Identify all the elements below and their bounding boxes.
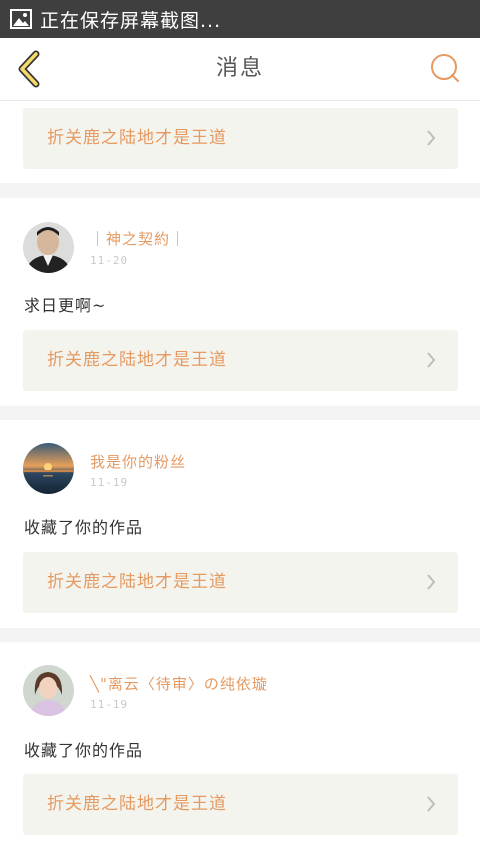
username[interactable]: ╲"离云〈待审〉の纯依璇 (90, 673, 268, 694)
message-text: 求日更啊~ (24, 296, 107, 315)
book-title: 折关鹿之陆地才是王道 (47, 572, 227, 592)
username[interactable]: ｜神之契約｜ (90, 228, 186, 249)
top-nav-bar: 消息 (0, 38, 480, 101)
message-text: 收藏了你的作品 (24, 518, 144, 537)
book-title: 折关鹿之陆地才是王道 (47, 350, 227, 370)
book-link[interactable]: 折关鹿之陆地才是王道 (23, 552, 458, 613)
message-card: ｜神之契約｜ 11-20 求日更啊~ 折关鹿之陆地才是王道 (0, 198, 480, 406)
image-icon (10, 9, 32, 29)
chevron-right-icon (427, 130, 436, 146)
book-link[interactable]: 折关鹿之陆地才是王道 (23, 774, 458, 835)
message-card: 我是你的粉丝 11-19 收藏了你的作品 折关鹿之陆地才是王道 (0, 420, 480, 628)
message-date: 11-19 (90, 476, 129, 489)
search-icon[interactable] (430, 53, 460, 83)
chevron-right-icon (427, 352, 436, 368)
status-text: 正在保存屏幕截图... (40, 9, 222, 32)
book-link[interactable]: 折关鹿之陆地才是王道 (23, 108, 458, 169)
message-text: 收藏了你的作品 (24, 741, 144, 760)
message-card: ╲"离云〈待审〉の纯依璇 11-19 收藏了你的作品 折关鹿之陆地才是王道 (0, 642, 480, 854)
chevron-right-icon (427, 574, 436, 590)
book-title: 折关鹿之陆地才是王道 (47, 128, 227, 148)
avatar[interactable] (23, 665, 74, 716)
avatar[interactable] (23, 222, 74, 273)
chevron-right-icon (427, 796, 436, 812)
status-bar: 正在保存屏幕截图... (0, 0, 480, 38)
book-title: 折关鹿之陆地才是王道 (47, 794, 227, 814)
message-date: 11-20 (90, 254, 129, 267)
avatar[interactable] (23, 443, 74, 494)
book-link[interactable]: 折关鹿之陆地才是王道 (23, 330, 458, 391)
page-title: 消息 (215, 56, 264, 81)
message-card: 折关鹿之陆地才是王道 (0, 101, 480, 183)
message-date: 11-19 (90, 698, 129, 711)
username[interactable]: 我是你的粉丝 (90, 451, 186, 472)
